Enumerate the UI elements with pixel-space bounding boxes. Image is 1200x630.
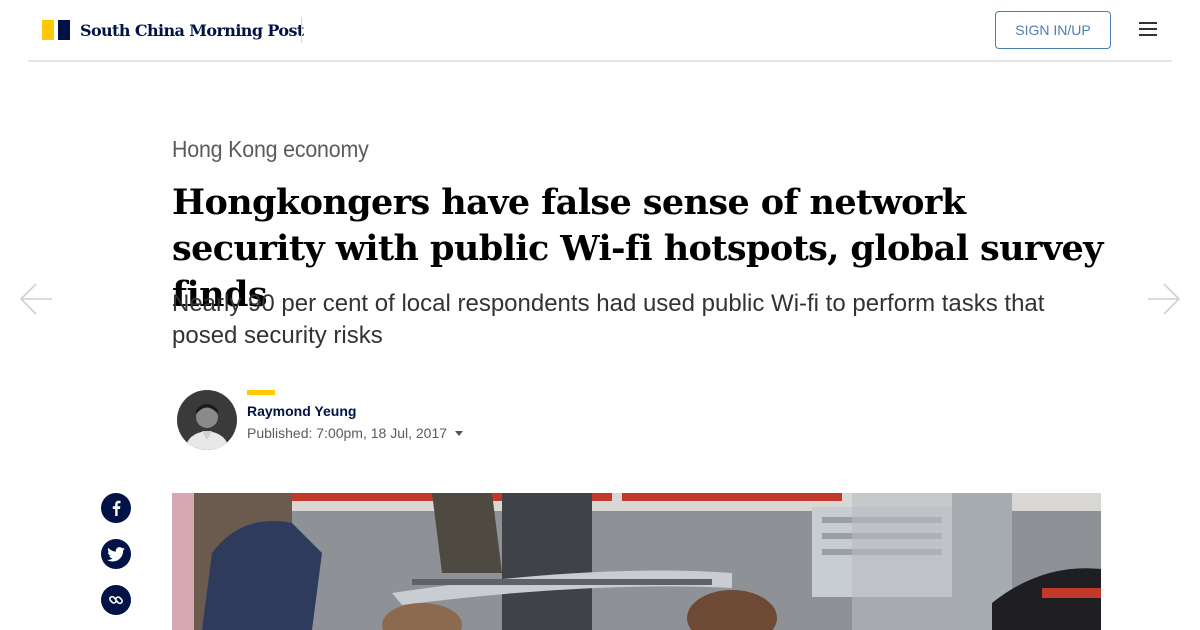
section-label[interactable]: Hong Kong economy: [172, 136, 369, 163]
published-text: Published: 7:00pm, 18 Jul, 2017: [247, 425, 448, 441]
article-subheadline: Nearly 90 per cent of local respondents …: [172, 290, 1045, 349]
copy-link-button[interactable]: [101, 585, 131, 615]
link-icon: [109, 595, 123, 605]
chevron-down-icon: [455, 430, 464, 436]
header-divider: [301, 17, 302, 43]
author-accent-bar: [247, 390, 275, 395]
twitter-share-button[interactable]: [101, 539, 131, 569]
logo-text: South China Morning Post: [80, 20, 304, 40]
twitter-icon: [107, 546, 125, 561]
author-avatar[interactable]: [177, 390, 237, 450]
arrow-left-icon[interactable]: [19, 282, 53, 316]
hamburger-menu-icon[interactable]: [1139, 22, 1157, 36]
site-header: South China Morning Post SIGN IN/UP: [28, 0, 1172, 62]
facebook-share-button[interactable]: [101, 493, 131, 523]
logo-mark-icon: [42, 20, 70, 40]
site-logo[interactable]: South China Morning Post: [42, 18, 304, 42]
author-name[interactable]: Raymond Yeung: [247, 403, 356, 419]
sign-in-button[interactable]: SIGN IN/UP: [995, 11, 1111, 49]
hero-photo[interactable]: [172, 493, 1101, 630]
facebook-icon: [112, 500, 121, 516]
arrow-right-icon[interactable]: [1147, 282, 1181, 316]
published-date[interactable]: Published: 7:00pm, 18 Jul, 2017: [247, 425, 464, 441]
